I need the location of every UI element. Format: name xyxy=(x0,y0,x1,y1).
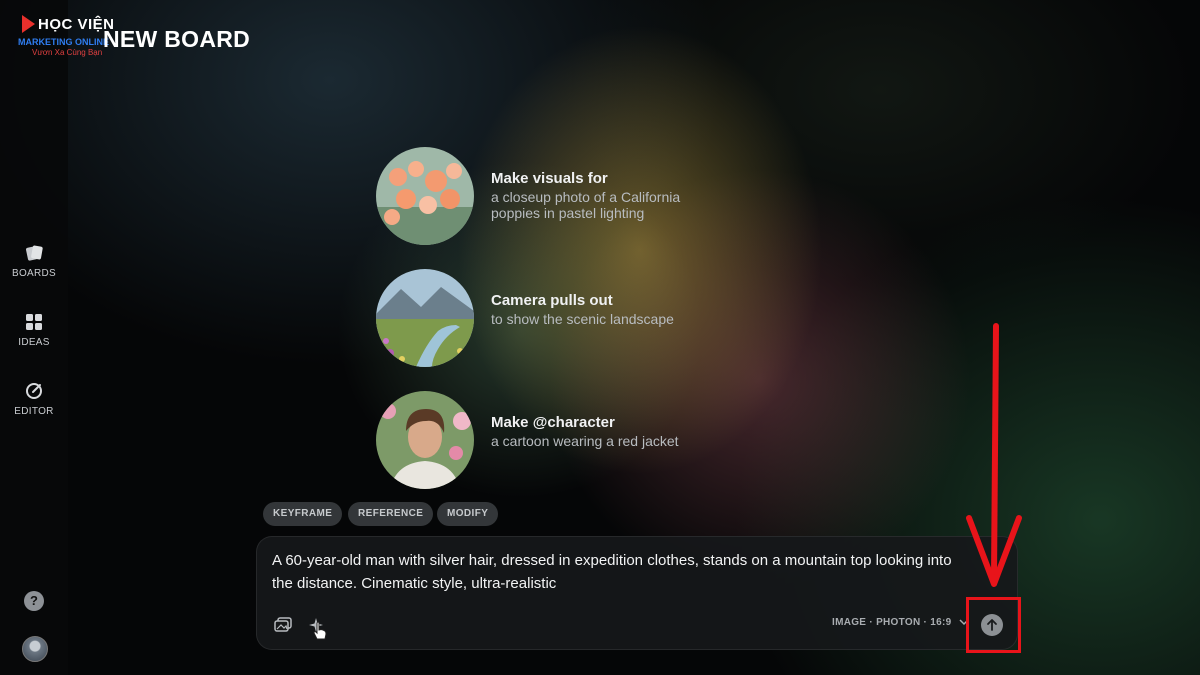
sidebar-item-ideas[interactable]: IDEAS xyxy=(0,313,68,348)
annotation-highlight-box xyxy=(966,597,1021,653)
suggestion-description: a closeup photo of a California poppies … xyxy=(491,189,681,221)
sidebar-item-label: IDEAS xyxy=(18,337,50,348)
sidebar-item-boards[interactable]: BOARDS xyxy=(0,244,68,279)
chip-reference[interactable]: REFERENCE xyxy=(348,502,434,526)
landscape-thumbnail xyxy=(376,269,474,367)
poppies-thumbnail xyxy=(376,147,474,245)
suggestion-card[interactable]: Make visuals for a closeup photo of a Ca… xyxy=(376,147,796,247)
suggestion-description: to show the scenic landscape xyxy=(491,311,674,327)
page-title: NEW BOARD xyxy=(103,26,251,52)
prompt-input[interactable]: A 60-year-old man with silver hair, dres… xyxy=(272,549,972,595)
ideas-icon xyxy=(26,314,42,330)
suggestion-title: Camera pulls out xyxy=(491,292,613,309)
character-thumbnail xyxy=(376,391,474,489)
model-settings-dropdown[interactable]: IMAGE · PHOTON · 16:9 xyxy=(832,617,969,628)
suggestion-description: a cartoon wearing a red jacket xyxy=(491,433,679,449)
sidebar-item-label: BOARDS xyxy=(11,268,57,279)
boards-icon xyxy=(26,245,43,261)
chip-modify[interactable]: MODIFY xyxy=(437,502,499,526)
logo-tagline: Vươn Xa Cùng Bạn xyxy=(32,48,103,57)
editor-icon xyxy=(26,383,42,399)
image-upload-icon[interactable] xyxy=(274,617,292,633)
help-icon[interactable]: ? xyxy=(24,591,44,611)
sidebar: BOARDS IDEAS EDITOR ? xyxy=(0,0,68,675)
play-logo-icon xyxy=(22,15,35,33)
logo-text-middle: MARKETING ONLINE xyxy=(18,37,109,47)
suggestion-card[interactable]: Make @character a cartoon wearing a red … xyxy=(376,391,796,491)
prompt-composer: A 60-year-old man with silver hair, dres… xyxy=(256,536,1018,650)
avatar[interactable] xyxy=(22,636,48,662)
cursor-hand-icon xyxy=(313,621,327,640)
sidebar-item-editor[interactable]: EDITOR xyxy=(0,382,68,417)
suggestion-title: Make @character xyxy=(491,414,615,431)
chip-keyframe[interactable]: KEYFRAME xyxy=(263,502,343,526)
annotation-arrow-icon xyxy=(966,323,1022,587)
suggestion-card[interactable]: Camera pulls out to show the scenic land… xyxy=(376,269,796,369)
suggestion-title: Make visuals for xyxy=(491,170,608,187)
sidebar-item-label: EDITOR xyxy=(14,406,54,417)
model-settings-label: IMAGE · PHOTON · 16:9 xyxy=(832,617,952,628)
